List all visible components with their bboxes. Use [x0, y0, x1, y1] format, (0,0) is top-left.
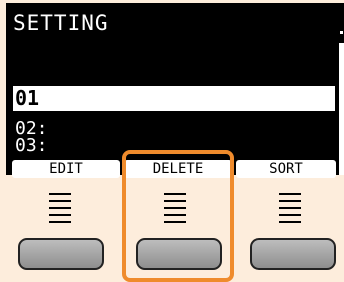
list-item-selected[interactable]: 01 — [13, 86, 335, 111]
device-panel: SETTING 01 02: 03: EDIT DELETE SORT — [0, 0, 344, 282]
screen-title: SETTING — [13, 11, 109, 35]
key-indicator-lines-icon — [49, 193, 71, 233]
softkey-sort-label: SORT — [236, 160, 336, 178]
lcd-screen: SETTING 01 02: 03: — [6, 3, 344, 175]
scrollbar-top-dot — [340, 31, 343, 34]
key-indicator-lines-icon — [164, 193, 186, 233]
sort-button[interactable] — [250, 238, 336, 270]
softkey-delete-label: DELETE — [124, 160, 232, 178]
softkey-edit-label: EDIT — [12, 160, 120, 178]
key-indicator-lines-icon — [279, 193, 301, 233]
list-item[interactable]: 03: — [15, 137, 48, 155]
edit-button[interactable] — [18, 238, 104, 270]
scrollbar[interactable] — [339, 43, 344, 175]
delete-button[interactable] — [136, 238, 222, 270]
